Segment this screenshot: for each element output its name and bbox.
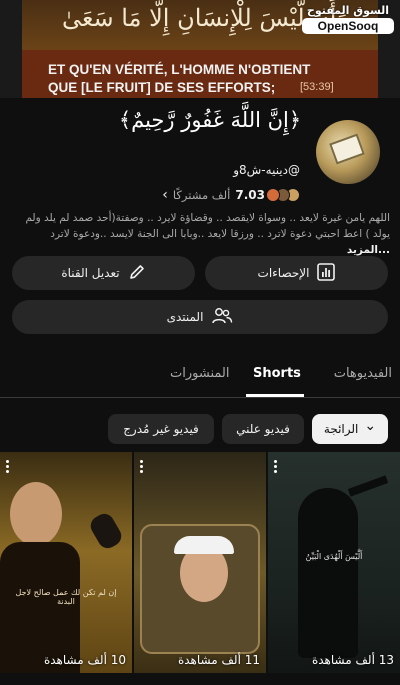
chip-trending[interactable]: الرائجة ⌄ xyxy=(312,414,388,444)
short-views: 11 ألف مشاهدة xyxy=(177,653,260,667)
edit-channel-button[interactable]: تعديل القناة xyxy=(12,256,195,290)
watermark-english: OpenSooq xyxy=(302,18,394,34)
edit-channel-label: تعديل القناة xyxy=(61,266,120,280)
subscriber-avatars xyxy=(266,188,300,202)
forum-button[interactable]: المنتدى xyxy=(12,300,388,334)
chip-public[interactable]: فيديو علني xyxy=(222,414,304,444)
chevron-left-icon: › xyxy=(162,187,168,203)
short-thumbnail[interactable]: إن لم تكن لك عمل صالح لاجل البدنة 10 ألف… xyxy=(0,452,132,673)
pencil-icon xyxy=(128,263,146,284)
people-icon xyxy=(211,307,233,328)
subscriber-avatar xyxy=(266,188,280,202)
cloaked-figure-image xyxy=(298,488,358,658)
subscriber-suffix: ألف مشتركًا xyxy=(172,188,231,202)
more-vert-icon[interactable] xyxy=(274,460,278,474)
channel-title: ﴿إِنَّ اللَّهَ غَفُورٌ رَّحِيمٌ﴾ xyxy=(118,108,302,132)
description-text: اللهم يامن غيرة لايعد .. وسواة لايقصد ..… xyxy=(25,212,390,240)
channel-description[interactable]: اللهم يامن غيرة لايعد .. وسواة لايقصد ..… xyxy=(14,210,390,258)
short-overlay-text: إن لم تكن لك عمل صالح لاجل البدنة xyxy=(15,588,117,606)
description-more-link[interactable]: ...المزيد xyxy=(347,244,390,256)
subscriber-count: 7.03 xyxy=(235,188,265,202)
microphone-image xyxy=(87,510,125,552)
avatar-book-image xyxy=(329,133,365,165)
tab-videos[interactable]: الفيديوهات xyxy=(334,366,392,381)
short-thumbnail[interactable]: 11 ألف مشاهدة xyxy=(134,452,266,673)
tab-posts[interactable]: المنشورات xyxy=(170,366,229,381)
active-tab-indicator xyxy=(246,394,304,397)
tab-shorts[interactable]: Shorts xyxy=(253,366,301,381)
chip-trending-label: الرائجة xyxy=(323,422,359,436)
bar-chart-icon xyxy=(317,262,336,284)
speaker-face-image xyxy=(10,482,62,546)
short-overlay-text: أَلَّيْسَ أَلْهُدَى الْبَيِّنُ xyxy=(305,552,363,561)
short-views: 13 ألف مشاهدة xyxy=(311,653,394,667)
pointing-arm-image xyxy=(347,475,389,497)
opensooq-watermark: السوق المفتوح OpenSooq xyxy=(302,4,394,34)
more-vert-icon[interactable] xyxy=(6,460,10,474)
stats-button[interactable]: الإحصاءات xyxy=(205,256,388,290)
channel-tabs: الفيديوهات Shorts المنشورات xyxy=(0,354,400,398)
short-views: 10 ألف مشاهدة xyxy=(43,653,126,667)
channel-avatar[interactable] xyxy=(316,120,380,184)
stats-label: الإحصاءات xyxy=(257,266,310,280)
channel-handle: @دينيه-ش8و xyxy=(233,163,300,177)
chip-unlisted[interactable]: فيديو غير مُدرج xyxy=(108,414,214,444)
speaker-cap-image xyxy=(174,536,234,554)
short-thumbnail[interactable]: أَلَّيْسَ أَلْهُدَى الْبَيِّنُ 13 ألف مش… xyxy=(268,452,400,673)
forum-label: المنتدى xyxy=(166,310,204,324)
subscriber-row[interactable]: 7.03 ألف مشتركًا › xyxy=(162,187,300,203)
watermark-arabic: السوق المفتوح xyxy=(306,4,390,17)
more-vert-icon[interactable] xyxy=(140,460,144,474)
chevron-down-icon: ⌄ xyxy=(364,418,377,434)
